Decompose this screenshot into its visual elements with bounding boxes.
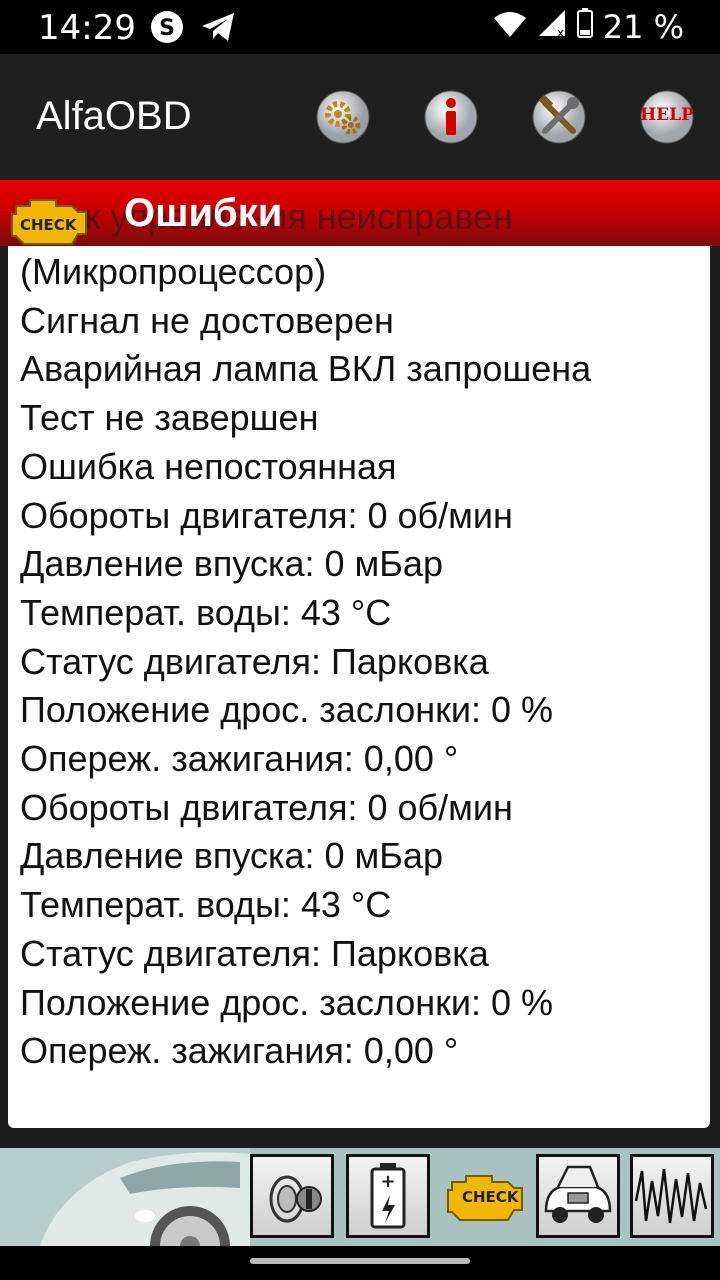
help-label: HELP (640, 105, 694, 125)
error-detail-line: Давление впуска: 0 мБар (20, 835, 443, 877)
error-detail-line: Опереж. зажигания: 0,00 ° (20, 1030, 459, 1072)
error-detail-line: Положение дрос. заслонки: 0 % (20, 689, 554, 731)
error-detail-line: Давление впуска: 0 мБар (20, 543, 443, 585)
check-engine-button-label: CHECK (462, 1188, 519, 1206)
error-detail-line: Температ. воды: 43 °C (20, 591, 392, 633)
car-background-image (0, 1148, 250, 1246)
status-time: 14:29 (38, 8, 136, 48)
error-detail-line: Обороты двигателя: 0 об/мин (20, 786, 513, 828)
error-detail-line: Положение дрос. заслонки: 0 % (20, 981, 554, 1023)
svg-text:x: x (557, 26, 564, 38)
waveform-icon[interactable] (630, 1154, 714, 1238)
errors-header: Блок управления неисправен Ошибки (0, 180, 720, 246)
status-bar: 14:29 S x 21 % (0, 0, 720, 54)
tools-icon[interactable] (532, 90, 586, 144)
error-detail-line: (Микропроцессор) (20, 251, 327, 292)
bottom-toolbar: + CHECK (0, 1148, 720, 1246)
error-detail-line: Тест не завершен (20, 397, 319, 439)
telegram-icon (200, 10, 236, 49)
check-engine-label: CHECK (20, 216, 77, 234)
error-details-list: (Микропроцессор) Сигнал не достоверен Авар… (20, 248, 706, 1076)
battery-percent: 21 % (602, 8, 684, 46)
error-detail-line: Статус двигателя: Парковка (20, 640, 489, 682)
battery-icon (576, 8, 593, 46)
app-bar: AlfaOBD HELP (0, 54, 720, 180)
signal-icon: x (537, 8, 567, 46)
info-icon[interactable] (424, 90, 478, 144)
error-detail-line: Ошибка непостоянная (20, 445, 397, 487)
settings-gears-icon[interactable] (316, 90, 370, 144)
battery-charge-icon[interactable]: + (346, 1154, 430, 1238)
error-details-panel[interactable]: (Микропроцессор) Сигнал не достоверен Авар… (8, 246, 710, 1128)
error-detail-line: Статус двигателя: Парковка (20, 932, 489, 974)
page-title: Ошибки (124, 191, 283, 235)
svg-text:S: S (159, 16, 175, 41)
check-engine-button[interactable]: CHECK (444, 1170, 526, 1226)
wifi-icon (493, 8, 527, 46)
error-detail-line: Сигнал не достоверен (20, 299, 394, 341)
shazam-icon: S (150, 10, 184, 49)
check-engine-icon: CHECK (10, 194, 90, 250)
error-detail-line: Опереж. зажигания: 0,00 ° (20, 738, 459, 780)
car-hood-icon[interactable] (536, 1154, 620, 1238)
error-detail-line: Аварийная лампа ВКЛ запрошена (20, 348, 592, 390)
gesture-nav-handle[interactable] (250, 1258, 470, 1264)
app-title: AlfaOBD (36, 94, 192, 138)
error-detail-line: Обороты двигателя: 0 об/мин (20, 494, 513, 536)
ignition-key-icon[interactable] (250, 1154, 334, 1238)
svg-text:+: + (380, 1171, 395, 1192)
help-icon[interactable]: HELP (640, 90, 694, 144)
error-detail-line: Температ. воды: 43 °C (20, 884, 392, 926)
